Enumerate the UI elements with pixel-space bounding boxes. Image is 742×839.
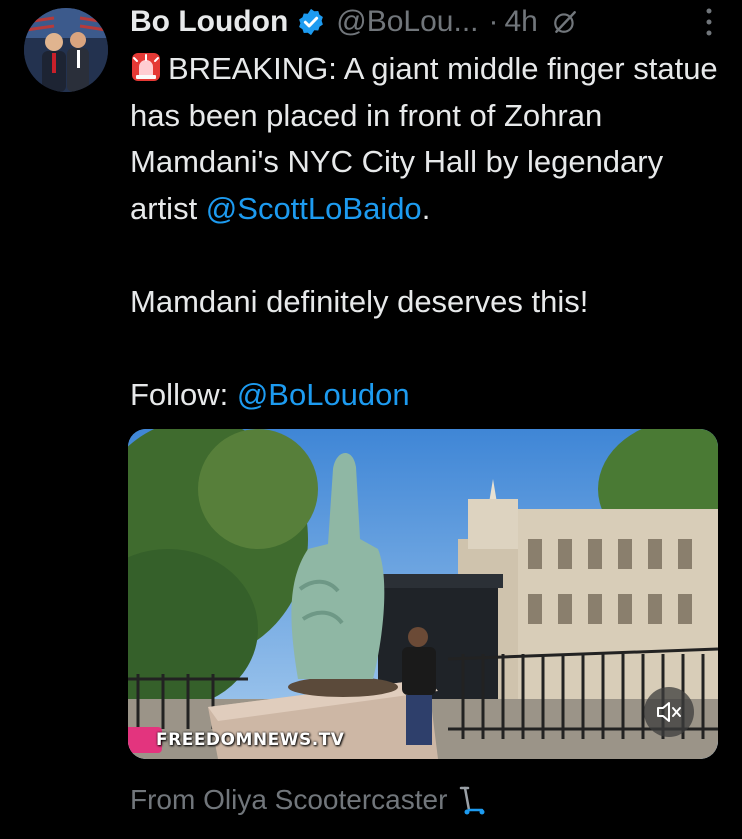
- more-options-icon[interactable]: [704, 7, 714, 37]
- scooter-icon: [460, 786, 485, 815]
- tweet-header: Bo Loudon @BoLou... · 4h: [130, 0, 730, 44]
- avatar[interactable]: [24, 8, 108, 92]
- siren-icon: [132, 53, 160, 81]
- tweet-text: BREAKING: A giant middle finger statue h…: [130, 46, 720, 418]
- tweet-paragraph-3: Follow: @BoLoudon: [130, 372, 720, 419]
- tweet-paragraph-1: BREAKING: A giant middle finger statue h…: [130, 46, 720, 232]
- video-player[interactable]: FREEDOMNEWS.TV: [128, 429, 718, 759]
- video-watermark: FREEDOMNEWS.TV: [128, 727, 344, 753]
- timestamp[interactable]: 4h: [505, 5, 538, 39]
- from-text: From Oliya Scootercaster: [130, 784, 448, 815]
- separator-dot: ·: [488, 5, 499, 38]
- follow-label: Follow:: [130, 376, 237, 412]
- video-source[interactable]: From Oliya Scootercaster: [130, 780, 487, 820]
- watermark-text: FREEDOMNEWS.TV: [156, 730, 345, 750]
- tweet-paragraph-2: Mamdani definitely deserves this!: [130, 283, 589, 319]
- mention-scottlobaido[interactable]: @ScottLoBaido: [206, 191, 422, 226]
- tweet-text-period: .: [421, 190, 431, 226]
- verified-badge-icon: [299, 8, 324, 36]
- mention-boloudon[interactable]: @BoLoudon: [237, 377, 410, 412]
- speaker-muted-icon: [657, 702, 681, 722]
- grok-icon[interactable]: [552, 9, 578, 35]
- author-handle[interactable]: @BoLou...: [336, 5, 478, 39]
- avatar-photo: [24, 8, 108, 92]
- author-name[interactable]: Bo Loudon: [130, 5, 288, 39]
- video-frame: [128, 429, 718, 759]
- mute-button[interactable]: [644, 687, 694, 737]
